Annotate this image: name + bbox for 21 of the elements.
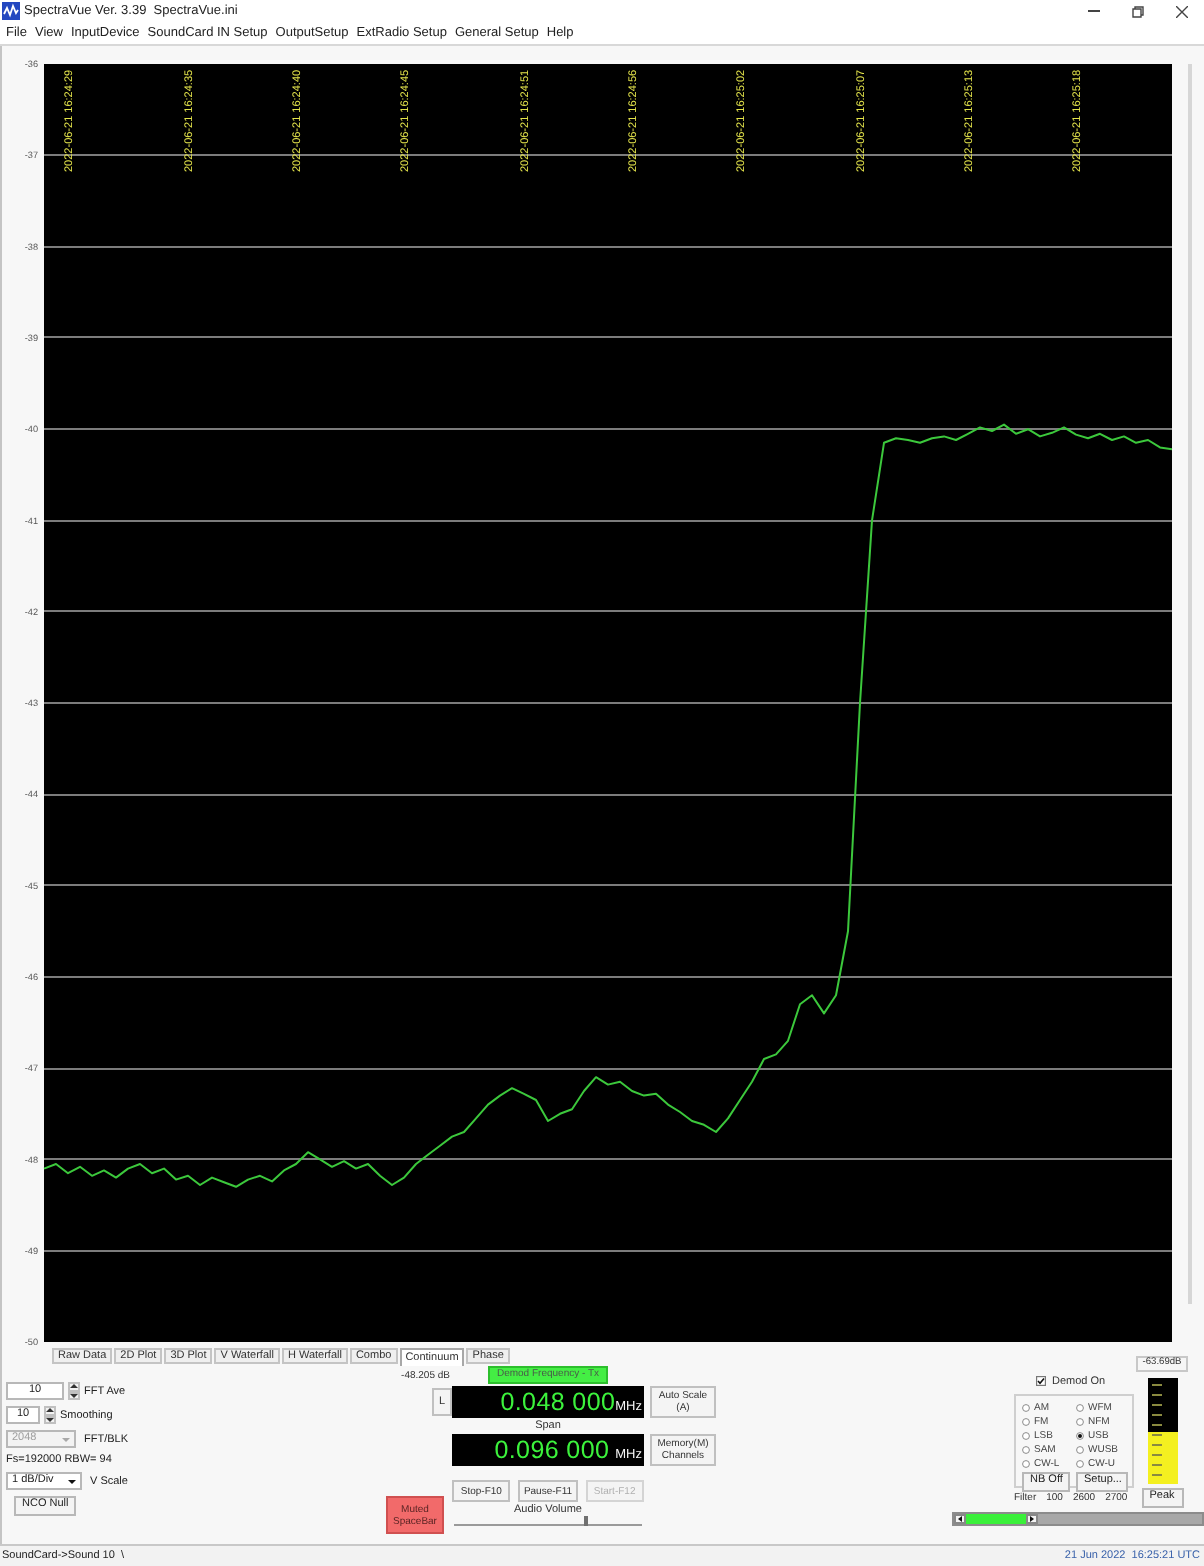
restore-icon [1132, 5, 1144, 17]
slider-thumb[interactable] [583, 1516, 588, 1526]
close-icon [1176, 5, 1188, 17]
minimize-icon [1088, 10, 1100, 12]
close-button[interactable] [1176, 5, 1188, 17]
left-arrow-icon [958, 1516, 962, 1522]
spin-up-button[interactable] [68, 1382, 80, 1391]
spin-down-button[interactable] [44, 1415, 56, 1424]
frequency-digits: 0.048 000 [500, 1386, 616, 1418]
slider-handle[interactable] [1025, 1514, 1038, 1524]
minimize-button[interactable] [1088, 5, 1100, 17]
caret-down-icon [62, 1437, 70, 1441]
spin-up-button[interactable] [44, 1406, 56, 1415]
right-arrow-icon [1029, 1516, 1034, 1522]
left-arrow-button[interactable] [954, 1514, 966, 1524]
restore-button[interactable] [1132, 5, 1144, 17]
caret-down-icon [68, 1479, 76, 1483]
audio-volume-slider[interactable] [454, 1518, 642, 1526]
filter-slider[interactable] [952, 1512, 1204, 1526]
span-digits: 0.096 000 [494, 1434, 610, 1466]
spin-down-button[interactable] [68, 1391, 80, 1400]
